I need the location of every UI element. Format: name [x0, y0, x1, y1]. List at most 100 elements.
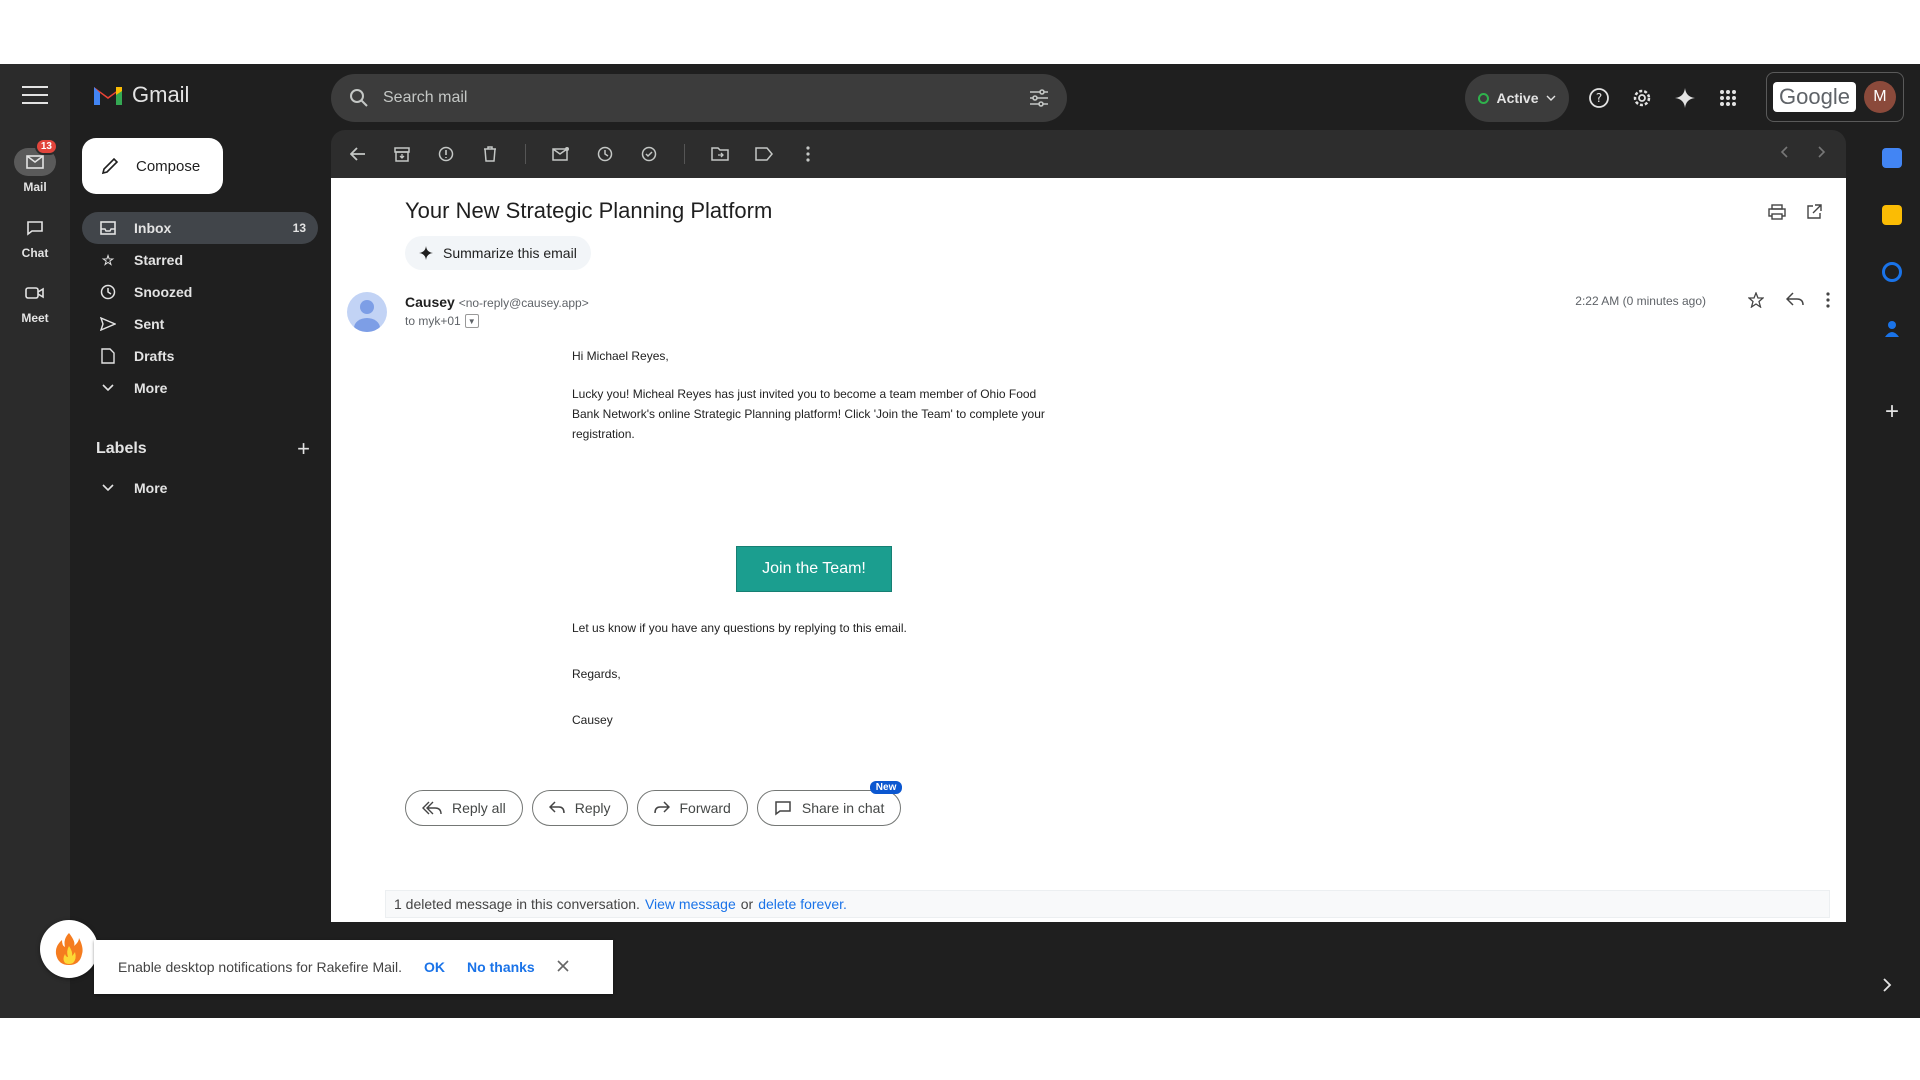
reply-all-icon: [422, 801, 442, 815]
rakefire-flame-icon[interactable]: [40, 920, 98, 978]
send-icon: [98, 317, 118, 331]
share-in-chat-button[interactable]: Share in chat New: [756, 781, 903, 826]
chevron-down-icon: [1546, 95, 1556, 101]
tasks-icon[interactable]: [1882, 262, 1902, 282]
join-team-button[interactable]: Join the Team!: [736, 546, 892, 592]
nav-more-label: More: [134, 380, 168, 396]
sender-avatar[interactable]: [347, 292, 387, 332]
search-input[interactable]: Search mail: [383, 89, 467, 107]
notification-ok-button[interactable]: OK: [424, 959, 445, 975]
delete-trash-icon[interactable]: [481, 145, 499, 163]
expand-panel-chevron-icon[interactable]: [1882, 978, 1902, 998]
nav-more[interactable]: More: [82, 372, 318, 404]
filter-options-icon[interactable]: [1029, 89, 1049, 107]
reply-button[interactable]: Reply: [531, 790, 628, 826]
email-subject: Your New Strategic Planning Platform: [405, 198, 773, 223]
nav-drafts[interactable]: Drafts: [82, 340, 318, 372]
email-body: Hi Michael Reyes, Lucky you! Micheal Rey…: [572, 346, 1052, 462]
notification-toast: Enable desktop notifications for Rakefir…: [94, 940, 613, 994]
mail-badge: 13: [34, 138, 58, 155]
notification-no-thanks-button[interactable]: No thanks: [467, 959, 535, 975]
pager: [1780, 145, 1826, 163]
status-dot-icon: [1478, 92, 1490, 104]
move-to-folder-icon[interactable]: [711, 145, 729, 163]
status-selector[interactable]: Active: [1465, 74, 1569, 122]
reply-all-label: Reply all: [452, 800, 506, 816]
reply-icon: [548, 801, 565, 814]
toolbar-divider: [684, 144, 685, 164]
deleted-or: or: [740, 896, 754, 912]
folder-nav: Inbox 13 ☆ Starred Snoozed Sent Drafts M…: [82, 212, 318, 404]
print-icon[interactable]: [1768, 204, 1786, 225]
add-label-icon[interactable]: +: [297, 436, 310, 462]
video-icon: [14, 279, 56, 307]
add-addon-icon[interactable]: +: [1882, 400, 1902, 424]
details-dropdown-icon[interactable]: ▼: [464, 314, 479, 328]
calendar-icon[interactable]: [1882, 148, 1902, 168]
star-icon[interactable]: [1747, 291, 1765, 313]
label-tag-icon[interactable]: [755, 145, 773, 163]
sender-line: Causey <no-reply@causey.app>: [405, 294, 589, 310]
close-icon[interactable]: [557, 959, 569, 975]
summarize-button[interactable]: Summarize this email: [405, 236, 591, 270]
nav-sent[interactable]: Sent: [82, 308, 318, 340]
labels-more-item[interactable]: More: [82, 472, 318, 504]
gmail-m-icon: [94, 87, 122, 105]
rail-mail[interactable]: 13 Mail: [0, 138, 70, 194]
compose-button[interactable]: Compose: [82, 138, 223, 194]
contacts-icon[interactable]: [1882, 319, 1902, 339]
help-icon[interactable]: ?: [1586, 82, 1612, 114]
labels-title: Labels: [96, 440, 147, 457]
draft-icon: [98, 348, 118, 364]
app-rail: 13 Mail Chat Meet: [0, 64, 70, 1018]
labels-more: More: [82, 472, 318, 504]
delete-forever-link[interactable]: delete forever.: [758, 896, 847, 912]
nav-snoozed-label: Snoozed: [134, 284, 193, 300]
settings-gear-icon[interactable]: [1629, 82, 1655, 114]
email-questions: Let us know if you have any questions by…: [572, 621, 907, 635]
gmail-logo[interactable]: Gmail: [92, 82, 189, 108]
reply-arrow-icon[interactable]: [1785, 292, 1804, 313]
chat-icon: [14, 214, 56, 242]
keep-notes-icon[interactable]: [1882, 205, 1902, 225]
more-vertical-icon[interactable]: [799, 145, 817, 163]
rail-chat[interactable]: Chat: [0, 214, 70, 260]
gemini-sparkle-icon[interactable]: [1672, 82, 1698, 114]
reply-actions: Reply all Reply Forward Share in chat Ne…: [405, 781, 903, 826]
app-name: Gmail: [132, 82, 190, 107]
notification-text: Enable desktop notifications for Rakefir…: [118, 959, 403, 975]
mark-unread-icon[interactable]: [552, 145, 570, 163]
clock-icon: [98, 284, 118, 300]
summarize-label: Summarize this email: [443, 245, 577, 261]
forward-button[interactable]: Forward: [636, 790, 748, 826]
message-view: Your New Strategic Planning Platform Sum…: [331, 178, 1846, 922]
older-chevron-left-icon[interactable]: [1780, 145, 1788, 163]
report-spam-icon[interactable]: [437, 145, 455, 163]
reply-all-button[interactable]: Reply all: [405, 790, 523, 826]
apps-grid-icon[interactable]: [1715, 82, 1741, 114]
main-menu-icon[interactable]: [22, 86, 48, 106]
back-arrow-icon[interactable]: [349, 145, 367, 163]
nav-inbox[interactable]: Inbox 13: [82, 212, 318, 244]
nav-snoozed[interactable]: Snoozed: [82, 276, 318, 308]
top-icons: ?: [1586, 82, 1741, 114]
recipient-text: to myk+01: [405, 314, 461, 328]
rail-meet[interactable]: Meet: [0, 279, 70, 325]
sender-email: <no-reply@causey.app>: [458, 296, 589, 310]
search-bar[interactable]: Search mail: [331, 74, 1067, 122]
newer-chevron-right-icon[interactable]: [1818, 145, 1826, 163]
archive-icon[interactable]: [393, 145, 411, 163]
side-panel: +: [1862, 64, 1920, 1018]
view-message-link[interactable]: View message: [645, 896, 736, 912]
rail-chat-label: Chat: [21, 246, 49, 260]
gmail-window: 13 Mail Chat Meet Gmail Compose Inbox 13…: [0, 64, 1920, 1018]
open-new-window-icon[interactable]: [1806, 204, 1822, 225]
star-icon: ☆: [101, 251, 115, 268]
sender-name[interactable]: Causey: [405, 294, 455, 310]
snooze-clock-icon[interactable]: [596, 145, 614, 163]
nav-starred[interactable]: ☆ Starred: [82, 244, 318, 276]
more-vertical-icon[interactable]: [1826, 292, 1830, 313]
message-actions: [1747, 291, 1830, 313]
add-task-icon[interactable]: [640, 145, 658, 163]
email-paragraph: Lucky you! Micheal Reyes has just invite…: [572, 387, 1045, 441]
